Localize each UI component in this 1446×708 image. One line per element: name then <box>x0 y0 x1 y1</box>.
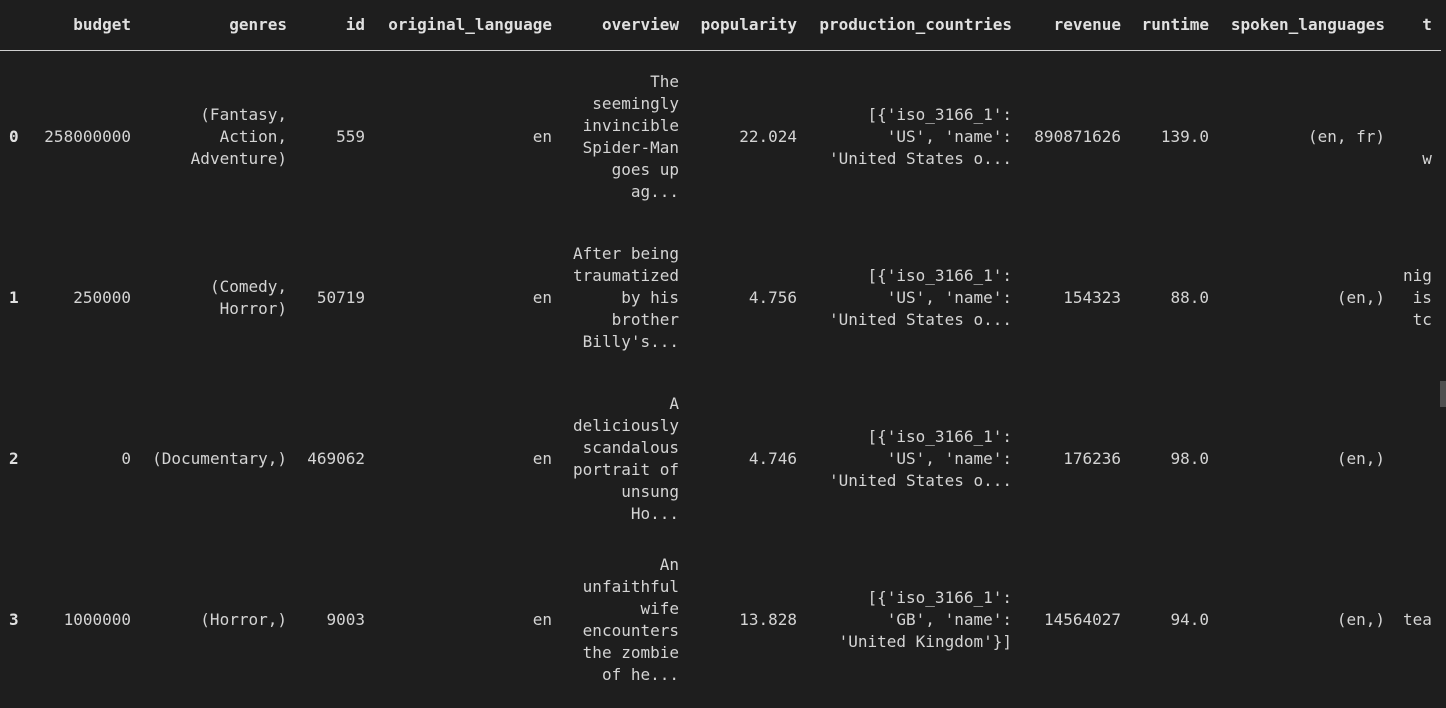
cell-id: 469062 <box>307 449 365 468</box>
column-header-revenue: revenue <box>1021 0 1130 51</box>
cell-budget: 250000 <box>73 288 131 307</box>
cell-original-language: en <box>532 610 552 629</box>
cell-popularity: 4.746 <box>748 449 797 468</box>
cell-spoken-languages: (en,) <box>1336 288 1385 307</box>
cell-genres: (Fantasy, Action, Adventure) <box>190 105 287 168</box>
cell-id: 50719 <box>316 288 365 307</box>
scrollbar-thumb[interactable] <box>1440 381 1446 407</box>
cell-id: 559 <box>336 127 365 146</box>
column-header-overview: overview <box>561 0 688 51</box>
column-header-budget: budget <box>32 0 140 51</box>
cell-original-language: en <box>532 127 552 146</box>
cell-truncated: nig is tc <box>1403 266 1432 329</box>
notebook-output: budget genres id original_language overv… <box>0 0 1446 708</box>
table-row: 1 250000 (Comedy, Horror) 50719 en After… <box>0 223 1441 373</box>
cell-spoken-languages: (en, fr) <box>1307 127 1385 146</box>
column-header-id: id <box>296 0 374 51</box>
cell-genres: (Comedy, Horror) <box>209 277 287 318</box>
dataframe-table: budget genres id original_language overv… <box>0 0 1441 695</box>
cell-spoken-languages: (en,) <box>1336 449 1385 468</box>
column-header-production-countries: production_countries <box>806 0 1021 51</box>
cell-budget: 0 <box>121 449 131 468</box>
cell-production-countries: [{'iso_3166_1': 'US', 'name': 'United St… <box>828 427 1012 490</box>
column-header-truncated: t <box>1394 0 1441 51</box>
cell-truncated: tea <box>1403 610 1432 629</box>
cell-revenue: 176236 <box>1063 449 1121 468</box>
row-index: 1 <box>9 288 19 307</box>
cell-overview: An unfaithful wife encounters the zombie… <box>582 555 679 684</box>
cell-budget: 1000000 <box>63 610 131 629</box>
cell-budget: 258000000 <box>44 127 131 146</box>
cell-popularity: 13.828 <box>739 610 797 629</box>
cell-runtime: 88.0 <box>1170 288 1209 307</box>
cell-truncated <box>1394 373 1441 545</box>
cell-runtime: 139.0 <box>1160 127 1209 146</box>
cell-truncated: w <box>1422 149 1432 168</box>
cell-revenue: 154323 <box>1063 288 1121 307</box>
cell-genres: (Horror,) <box>200 610 287 629</box>
cell-popularity: 4.756 <box>748 288 797 307</box>
row-index: 0 <box>9 127 19 146</box>
cell-id: 9003 <box>326 610 365 629</box>
row-index: 3 <box>9 610 19 629</box>
cell-genres: (Documentary,) <box>152 449 287 468</box>
cell-production-countries: [{'iso_3166_1': 'GB', 'name': 'United Ki… <box>838 588 1012 651</box>
column-header-runtime: runtime <box>1130 0 1218 51</box>
table-row: 3 1000000 (Horror,) 9003 en An unfaithfu… <box>0 545 1441 695</box>
row-index: 2 <box>9 449 19 468</box>
table-row: 2 0 (Documentary,) 469062 en A delicious… <box>0 373 1441 545</box>
cell-spoken-languages: (en,) <box>1336 610 1385 629</box>
cell-original-language: en <box>532 449 552 468</box>
cell-runtime: 98.0 <box>1170 449 1209 468</box>
cell-revenue: 890871626 <box>1034 127 1121 146</box>
cell-overview: After being traumatized by his brother B… <box>573 244 679 351</box>
column-header-original-language: original_language <box>374 0 561 51</box>
cell-revenue: 14564027 <box>1043 610 1121 629</box>
column-header-genres: genres <box>140 0 296 51</box>
cell-overview: The seemingly invincible Spider-Man goes… <box>582 72 679 201</box>
cell-production-countries: [{'iso_3166_1': 'US', 'name': 'United St… <box>828 266 1012 329</box>
cell-original-language: en <box>532 288 552 307</box>
header-row: budget genres id original_language overv… <box>0 0 1441 51</box>
cell-runtime: 94.0 <box>1170 610 1209 629</box>
table-row: 0 258000000 (Fantasy, Action, Adventure)… <box>0 51 1441 224</box>
index-header <box>0 0 32 51</box>
column-header-spoken-languages: spoken_languages <box>1218 0 1394 51</box>
cell-popularity: 22.024 <box>739 127 797 146</box>
cell-overview: A deliciously scandalous portrait of uns… <box>573 394 679 523</box>
cell-production-countries: [{'iso_3166_1': 'US', 'name': 'United St… <box>828 105 1012 168</box>
column-header-popularity: popularity <box>688 0 806 51</box>
